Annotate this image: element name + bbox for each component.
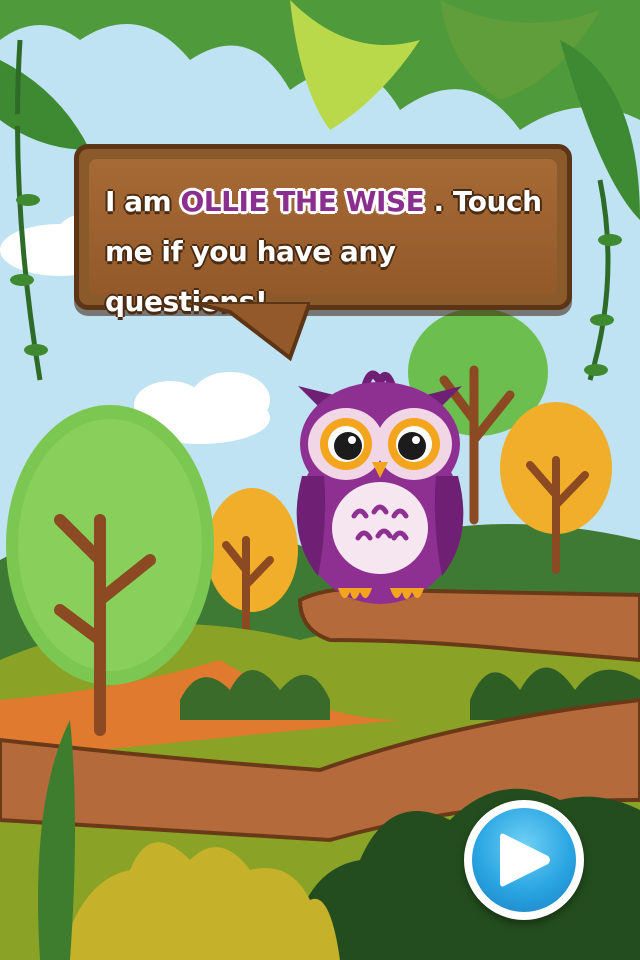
speech-text: I am OLLIE THE WISE . Touch me if you ha… — [105, 177, 551, 327]
game-scene: I am OLLIE THE WISE . Touch me if you ha… — [0, 0, 640, 960]
play-icon — [500, 833, 550, 887]
speech-sign: I am OLLIE THE WISE . Touch me if you ha… — [74, 144, 572, 318]
speech-tail — [190, 302, 310, 362]
play-button[interactable] — [464, 800, 584, 920]
owl-icon[interactable] — [288, 366, 472, 606]
character-name: OLLIE THE WISE — [180, 185, 425, 218]
speech-before: I am — [105, 185, 181, 218]
